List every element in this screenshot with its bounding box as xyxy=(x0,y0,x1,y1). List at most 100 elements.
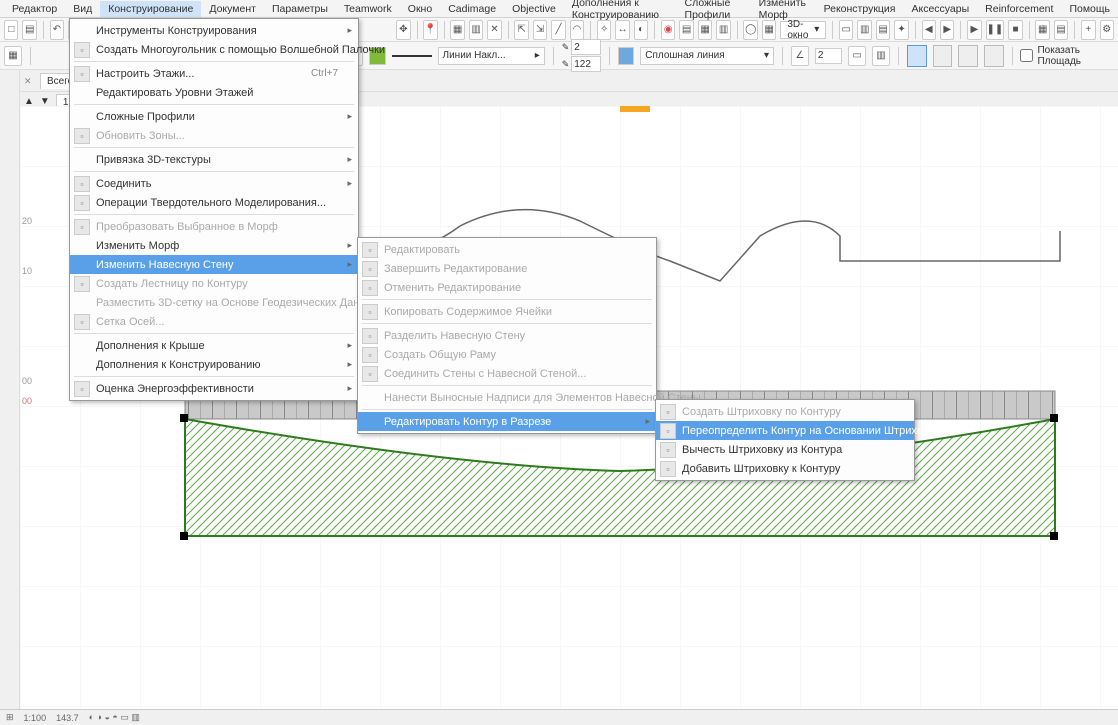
pen-color-2[interactable] xyxy=(618,47,634,65)
line-tool[interactable]: ╱ xyxy=(551,20,565,40)
trace-tool[interactable]: ◉ xyxy=(661,20,675,40)
show-area-checkbox[interactable] xyxy=(1020,49,1033,62)
grid-snap-button[interactable]: ▦ xyxy=(450,20,464,40)
measure-tool[interactable]: ↔ xyxy=(615,20,629,40)
status-zoom[interactable]: 1:100 xyxy=(24,713,47,723)
line-type-combo[interactable]: Линии Накл...▸ xyxy=(438,47,545,65)
settings-button[interactable]: ⚙ xyxy=(1100,20,1114,40)
arc-tool[interactable]: ◠ xyxy=(570,20,584,40)
section-button[interactable]: ▥ xyxy=(857,20,871,40)
hatch-mode-1[interactable] xyxy=(907,45,927,67)
open-file-button[interactable]: ▤ xyxy=(22,20,36,40)
offset-tool-2[interactable]: ⇲ xyxy=(533,20,547,40)
menu-item-label: Соединить Стены с Навесной Стеной... xyxy=(384,368,586,380)
wand-tool[interactable]: ✧ xyxy=(597,20,611,40)
undo-button[interactable]: ↶ xyxy=(50,20,64,40)
num-bot[interactable]: 122 xyxy=(571,56,601,72)
line-sample xyxy=(392,55,432,57)
hatch-mode-3[interactable] xyxy=(958,45,978,67)
cw-settings-button[interactable]: ▦ xyxy=(4,46,22,66)
hatch-mode-2[interactable] xyxy=(933,45,953,67)
move-tool[interactable]: ✥ xyxy=(396,20,410,40)
split-icon: ▫ xyxy=(362,328,378,344)
layer-tool[interactable]: ▤ xyxy=(679,20,693,40)
menu-item[interactable]: ▫Настроить Этажи...Ctrl+7 xyxy=(70,64,358,83)
joinwall-icon: ▫ xyxy=(362,366,378,382)
menu-window[interactable]: Окно xyxy=(400,1,440,17)
pen-top-icon: ✎ xyxy=(562,42,570,53)
menu-item[interactable]: ▫Соединить xyxy=(70,174,358,193)
menu-item-label: Разместить 3D-сетку на Основе Геодезичес… xyxy=(96,297,388,309)
menu-item-label: Вычесть Штриховку из Контура xyxy=(682,444,842,456)
menu-item: ▫Преобразовать Выбранное в Морф xyxy=(70,217,358,236)
nav-left-button[interactable]: ◀ xyxy=(922,20,936,40)
menu-construction[interactable]: Конструирование xyxy=(100,1,201,17)
add-button[interactable]: + xyxy=(1081,20,1095,40)
menu-item[interactable]: Сложные Профили xyxy=(70,107,358,126)
menu-item: ▫Разделить Навесную Стену xyxy=(358,326,656,345)
menu-item[interactable]: Дополнения к Крыше xyxy=(70,336,358,355)
detail-button[interactable]: ✦ xyxy=(894,20,908,40)
offset-tool[interactable]: ⇱ xyxy=(514,20,528,40)
menu-item[interactable]: ▫Добавить Штриховку к Контуру xyxy=(656,459,914,478)
renovation-tool[interactable]: ▦ xyxy=(698,20,712,40)
angle-num[interactable]: 2 xyxy=(815,48,842,64)
menu-item-label: Создать Общую Раму xyxy=(384,349,496,361)
menu-item[interactable]: Изменить Морф xyxy=(70,236,358,255)
menu-reconstruction[interactable]: Реконструкция xyxy=(816,1,904,17)
pause-button[interactable]: ❚❚ xyxy=(986,20,1005,40)
menu-reinforcement[interactable]: Reinforcement xyxy=(977,1,1061,17)
menu-redactor[interactable]: Редактор xyxy=(4,1,65,17)
guide-snap-button[interactable]: ▥ xyxy=(469,20,483,40)
status-bar: ⊞ 1:100 143.7 ◐ ◑ ◒ ◓ ▭ ▥ xyxy=(0,709,1118,725)
menu-help[interactable]: Помощь xyxy=(1061,1,1118,17)
menu-cadimage[interactable]: Cadimage xyxy=(440,1,504,17)
menu-item[interactable]: ▫Оценка Энергоэффективности xyxy=(70,379,358,398)
wand-icon: ▫ xyxy=(74,42,90,58)
floorplan-button[interactable]: ▭ xyxy=(839,20,853,40)
stop-button[interactable]: ■ xyxy=(1008,20,1022,40)
cancel-snap-button[interactable]: ✕ xyxy=(487,20,501,40)
nav-right-button[interactable]: ▶ xyxy=(940,20,954,40)
options-button[interactable]: ▦ xyxy=(1035,20,1049,40)
pin-tool[interactable]: 📍 xyxy=(423,20,437,40)
attributes-button[interactable]: ▤ xyxy=(1054,20,1068,40)
menu-vid[interactable]: Вид xyxy=(65,1,100,17)
close-panel-icon[interactable]: ✕ xyxy=(24,76,34,86)
menu-item-label: Дополнения к Крыше xyxy=(96,340,205,352)
elevation-button[interactable]: ▤ xyxy=(876,20,890,40)
view-tool[interactable]: ▥ xyxy=(716,20,730,40)
orbit-tool[interactable]: ◯ xyxy=(743,20,757,40)
view-3d-combo[interactable]: 3D-окно▾ xyxy=(780,21,826,39)
menu-item[interactable]: Редактировать Контур в Разрезе xyxy=(358,412,656,431)
menu-item[interactable]: Привязка 3D-текстуры xyxy=(70,150,358,169)
num-top[interactable]: 2 xyxy=(571,39,601,55)
menu-item[interactable]: Изменить Навесную Стену xyxy=(70,255,358,274)
menu-item[interactable]: ▫Создать Многоугольник с помощью Волшебн… xyxy=(70,40,358,59)
menu-item[interactable]: ▫Переопределить Контур на Основании Штри… xyxy=(656,421,914,440)
new-file-button[interactable]: □ xyxy=(4,20,18,40)
show-area-check[interactable]: Показать Площадь xyxy=(1020,45,1114,67)
menu-parameters[interactable]: Параметры xyxy=(264,1,336,17)
menu-item[interactable]: Редактировать Уровни Этажей xyxy=(70,83,358,102)
play-button[interactable]: ▶ xyxy=(967,20,981,40)
menu-item-label: Создать Лестницу по Контуру xyxy=(96,278,248,290)
line-style-combo[interactable]: Сплошная линия▾ xyxy=(640,47,774,65)
status-tools[interactable]: ◐ ◑ ◒ ◓ ▭ ▥ xyxy=(89,712,140,723)
menu-item[interactable]: Дополнения к Конструированию xyxy=(70,355,358,374)
menu-teamwork[interactable]: Teamwork xyxy=(336,1,400,17)
menu-item[interactable]: ▫Операции Твердотельного Моделирования..… xyxy=(70,193,358,212)
add-icon: ▫ xyxy=(660,461,676,477)
align-2[interactable]: ▥ xyxy=(872,46,890,66)
menu-document[interactable]: Документ xyxy=(201,1,264,17)
menu-item-label: Копировать Содержимое Ячейки xyxy=(384,306,552,318)
menu-objective[interactable]: Objective xyxy=(504,1,564,17)
menu-item[interactable]: ▫Вычесть Штриховку из Контура xyxy=(656,440,914,459)
nav-tool[interactable]: ▦ xyxy=(762,20,776,40)
align-1[interactable]: ▭ xyxy=(848,46,866,66)
bucket-tool[interactable]: ◐ xyxy=(634,20,648,40)
menu-item[interactable]: Инструменты Конструирования xyxy=(70,21,358,40)
menu-item-label: Сетка Осей... xyxy=(96,316,164,328)
hatch-mode-4[interactable] xyxy=(984,45,1004,67)
menu-accessories[interactable]: Аксессуары xyxy=(903,1,977,17)
